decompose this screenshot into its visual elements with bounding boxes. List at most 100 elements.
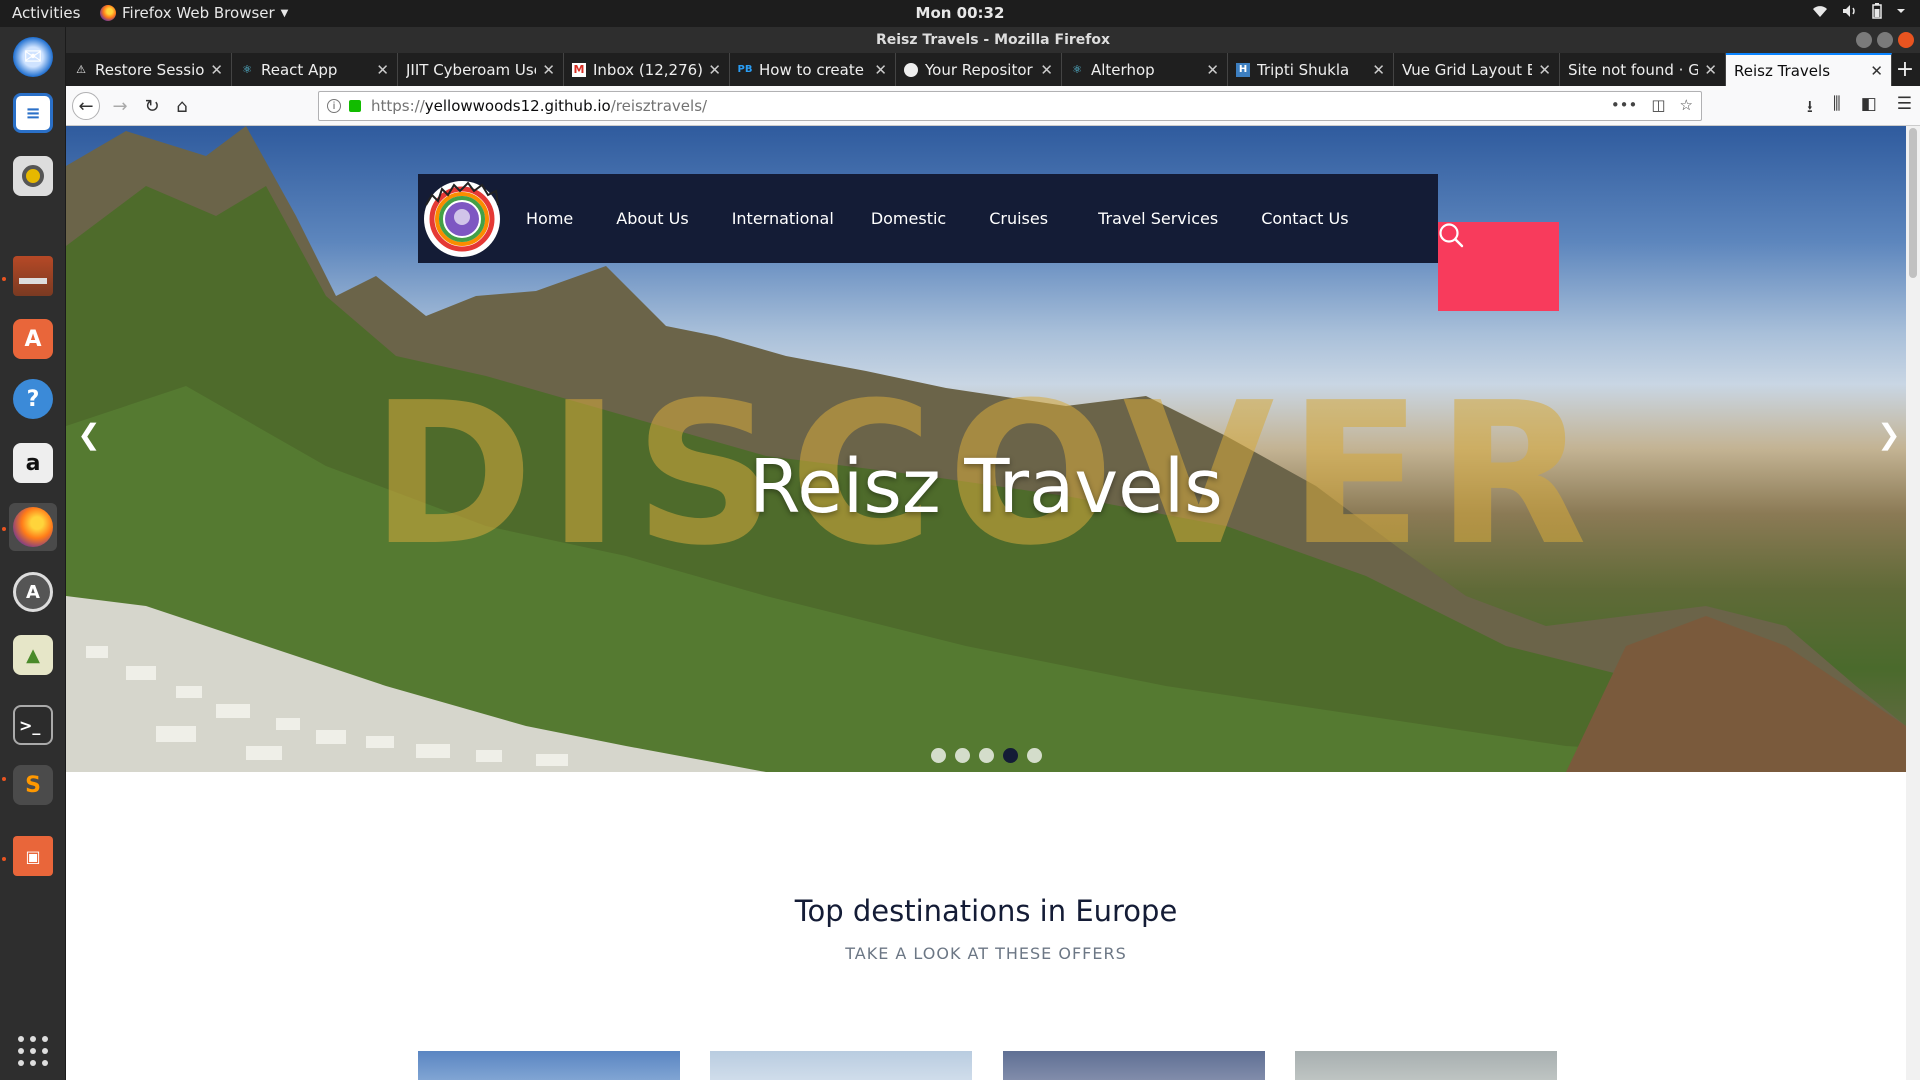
library-icon[interactable]: ⫼ (1833, 94, 1841, 123)
dock-thunderbird[interactable]: ✉ (9, 33, 57, 81)
carousel-next-icon[interactable]: ❯ (1874, 418, 1904, 451)
tab-how-to-create[interactable]: PB How to create a ✕ (730, 53, 896, 86)
dock-image-viewer[interactable]: ▲ (9, 631, 57, 679)
reload-button[interactable]: ↻ (138, 92, 166, 120)
home-button[interactable]: ⌂ (168, 92, 196, 120)
tab-react-app[interactable]: ⚛ React App ✕ (232, 53, 398, 86)
dock-firefox[interactable] (9, 503, 57, 551)
url-path: /reisztravels/ (610, 97, 708, 115)
destination-card-image[interactable] (1295, 1051, 1557, 1080)
lock-icon[interactable] (349, 100, 361, 112)
tab-vue-grid-layout[interactable]: Vue Grid Layout Ex ✕ (1394, 53, 1560, 86)
close-tab-icon[interactable]: ✕ (708, 61, 721, 79)
show-applications-icon[interactable] (18, 1036, 48, 1066)
tab-inbox[interactable]: M Inbox (12,276) - ✕ (564, 53, 730, 86)
tab-reisz-travels[interactable]: Reisz Travels ✕ (1726, 53, 1892, 86)
nav-domestic-link[interactable]: Domestic (871, 209, 946, 228)
window-titlebar[interactable]: Reisz Travels - Mozilla Firefox (66, 27, 1920, 53)
react-icon: ⚛ (1072, 63, 1082, 76)
close-tab-icon[interactable]: ✕ (1040, 61, 1053, 79)
dock-terminal[interactable]: >_ (9, 701, 57, 749)
clock[interactable]: Mon 00:32 (916, 4, 1005, 22)
tab-alterhop[interactable]: ⚛ Alterhop ✕ (1062, 53, 1228, 86)
dock-files[interactable] (9, 252, 57, 300)
pb-icon: PB (737, 64, 753, 75)
page-actions-icon[interactable]: ••• (1611, 96, 1638, 114)
close-tab-icon[interactable]: ✕ (1206, 61, 1219, 79)
sidebar-icon[interactable]: ◧ (1861, 94, 1877, 123)
site-navbar: Home About Us International Domestic Cru… (418, 174, 1559, 311)
bookmark-star-icon[interactable]: ☆ (1680, 96, 1693, 114)
tab-jiit-cyberoam[interactable]: JIIT Cyberoam User ✕ (398, 53, 564, 86)
close-tab-icon[interactable]: ✕ (376, 61, 389, 79)
help-icon: ? (13, 379, 53, 419)
tab-title: Tripti Shukla (1257, 60, 1350, 79)
tab-tripti-shukla[interactable]: H Tripti Shukla ✕ (1228, 53, 1394, 86)
dock-sublime[interactable]: S (9, 761, 57, 809)
nav-home-link[interactable]: Home (526, 209, 573, 228)
downloads-icon[interactable]: ⭳ (1807, 94, 1813, 123)
dock-software[interactable]: A (9, 315, 57, 363)
reisz-travels-logo[interactable] (420, 177, 504, 261)
nav-international-link[interactable]: International (732, 209, 834, 228)
page-scrollbar[interactable] (1906, 126, 1920, 1080)
new-tab-button[interactable]: + (1890, 53, 1920, 86)
search-button[interactable] (1438, 222, 1559, 311)
carousel-dot[interactable] (954, 748, 970, 763)
carousel-prev-icon[interactable]: ❮ (74, 418, 104, 451)
app-menu[interactable]: Firefox Web Browser ▼ (100, 4, 288, 22)
chevron-down-icon: ▼ (280, 7, 289, 19)
nav-contact-link[interactable]: Contact Us (1261, 209, 1348, 228)
hero-carousel: Home About Us International Domestic Cru… (66, 126, 1906, 772)
minimize-button[interactable] (1856, 32, 1872, 48)
close-tab-icon[interactable]: ✕ (1372, 61, 1385, 79)
back-button[interactable]: ← (72, 92, 100, 120)
carousel-dot[interactable] (1002, 748, 1018, 763)
nav-about-link[interactable]: About Us (616, 209, 688, 228)
tab-title: React App (261, 60, 338, 79)
maximize-button[interactable] (1877, 32, 1893, 48)
carousel-dot[interactable] (978, 748, 994, 763)
scrollbar-thumb[interactable] (1909, 128, 1917, 278)
dock-help[interactable]: ? (9, 375, 57, 423)
tab-title: JIIT Cyberoam User (406, 60, 537, 79)
web-page: Home About Us International Domestic Cru… (66, 126, 1920, 1080)
close-tab-icon[interactable]: ✕ (1704, 61, 1717, 79)
close-tab-icon[interactable]: ✕ (542, 61, 555, 79)
destination-card-image[interactable] (1003, 1051, 1265, 1080)
nav-travel-services-link[interactable]: Travel Services (1098, 209, 1218, 228)
close-window-button[interactable] (1898, 32, 1914, 48)
system-tray[interactable] (1812, 3, 1906, 19)
forward-button[interactable]: → (106, 92, 134, 120)
tab-title: Reisz Travels (1734, 61, 1831, 80)
dock-writer[interactable]: ≡ (9, 89, 57, 137)
destination-card-image[interactable] (710, 1051, 972, 1080)
section-subtitle: TAKE A LOOK AT THESE OFFERS (845, 944, 1127, 963)
close-tab-icon[interactable]: ✕ (210, 61, 223, 79)
url-bar[interactable]: i https://yellowwoods12.github.io/reiszt… (318, 91, 1702, 121)
dock-amazon[interactable]: a (9, 439, 57, 487)
software-updater-icon: A (13, 572, 53, 612)
carousel-dot[interactable] (930, 748, 946, 763)
tab-site-not-found[interactable]: Site not found · Git ✕ (1560, 53, 1726, 86)
tab-your-repositories[interactable]: Your Repositor ✕ (896, 53, 1062, 86)
pocket-icon[interactable]: ◫ (1651, 96, 1665, 114)
hamburger-menu-icon[interactable]: ☰ (1897, 94, 1912, 123)
libreoffice-writer-icon: ≡ (13, 93, 53, 133)
carousel-dot[interactable] (1026, 748, 1042, 763)
close-tab-icon[interactable]: ✕ (1538, 61, 1551, 79)
firefox-icon (13, 507, 53, 547)
dock-rhythmbox[interactable] (9, 152, 57, 200)
destination-card-image[interactable] (418, 1051, 680, 1080)
tab-restore-session[interactable]: ⚠ Restore Session ✕ (66, 53, 232, 86)
wifi-icon (1813, 6, 1827, 17)
nav-cruises-link[interactable]: Cruises (989, 209, 1048, 228)
activities-button[interactable]: Activities (12, 4, 80, 22)
info-icon[interactable]: i (327, 99, 341, 113)
dock-updater[interactable]: A (9, 568, 57, 616)
close-tab-icon[interactable]: ✕ (874, 61, 887, 79)
tab-strip: ⚠ Restore Session ✕ ⚛ React App ✕ JIIT C… (66, 53, 1920, 86)
close-tab-icon[interactable]: ✕ (1870, 62, 1883, 80)
amazon-icon: a (13, 443, 53, 483)
dock-archive[interactable]: ▣ (9, 832, 57, 880)
